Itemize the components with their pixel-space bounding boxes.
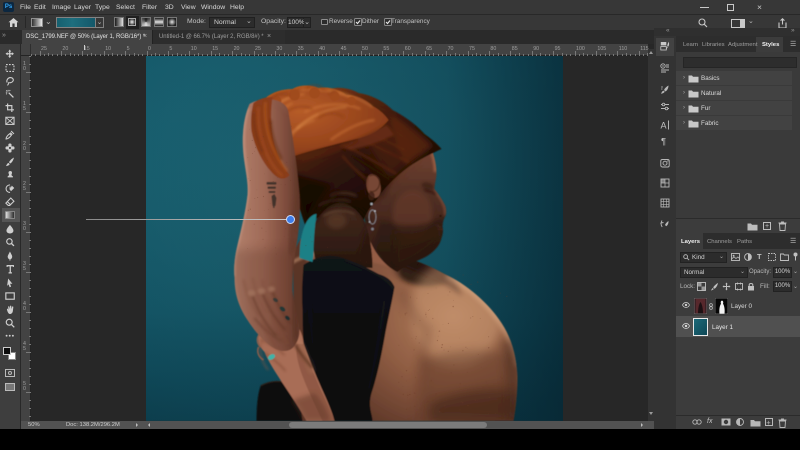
svg-text:A: A — [661, 121, 667, 131]
svg-text:¶: ¶ — [661, 137, 666, 147]
